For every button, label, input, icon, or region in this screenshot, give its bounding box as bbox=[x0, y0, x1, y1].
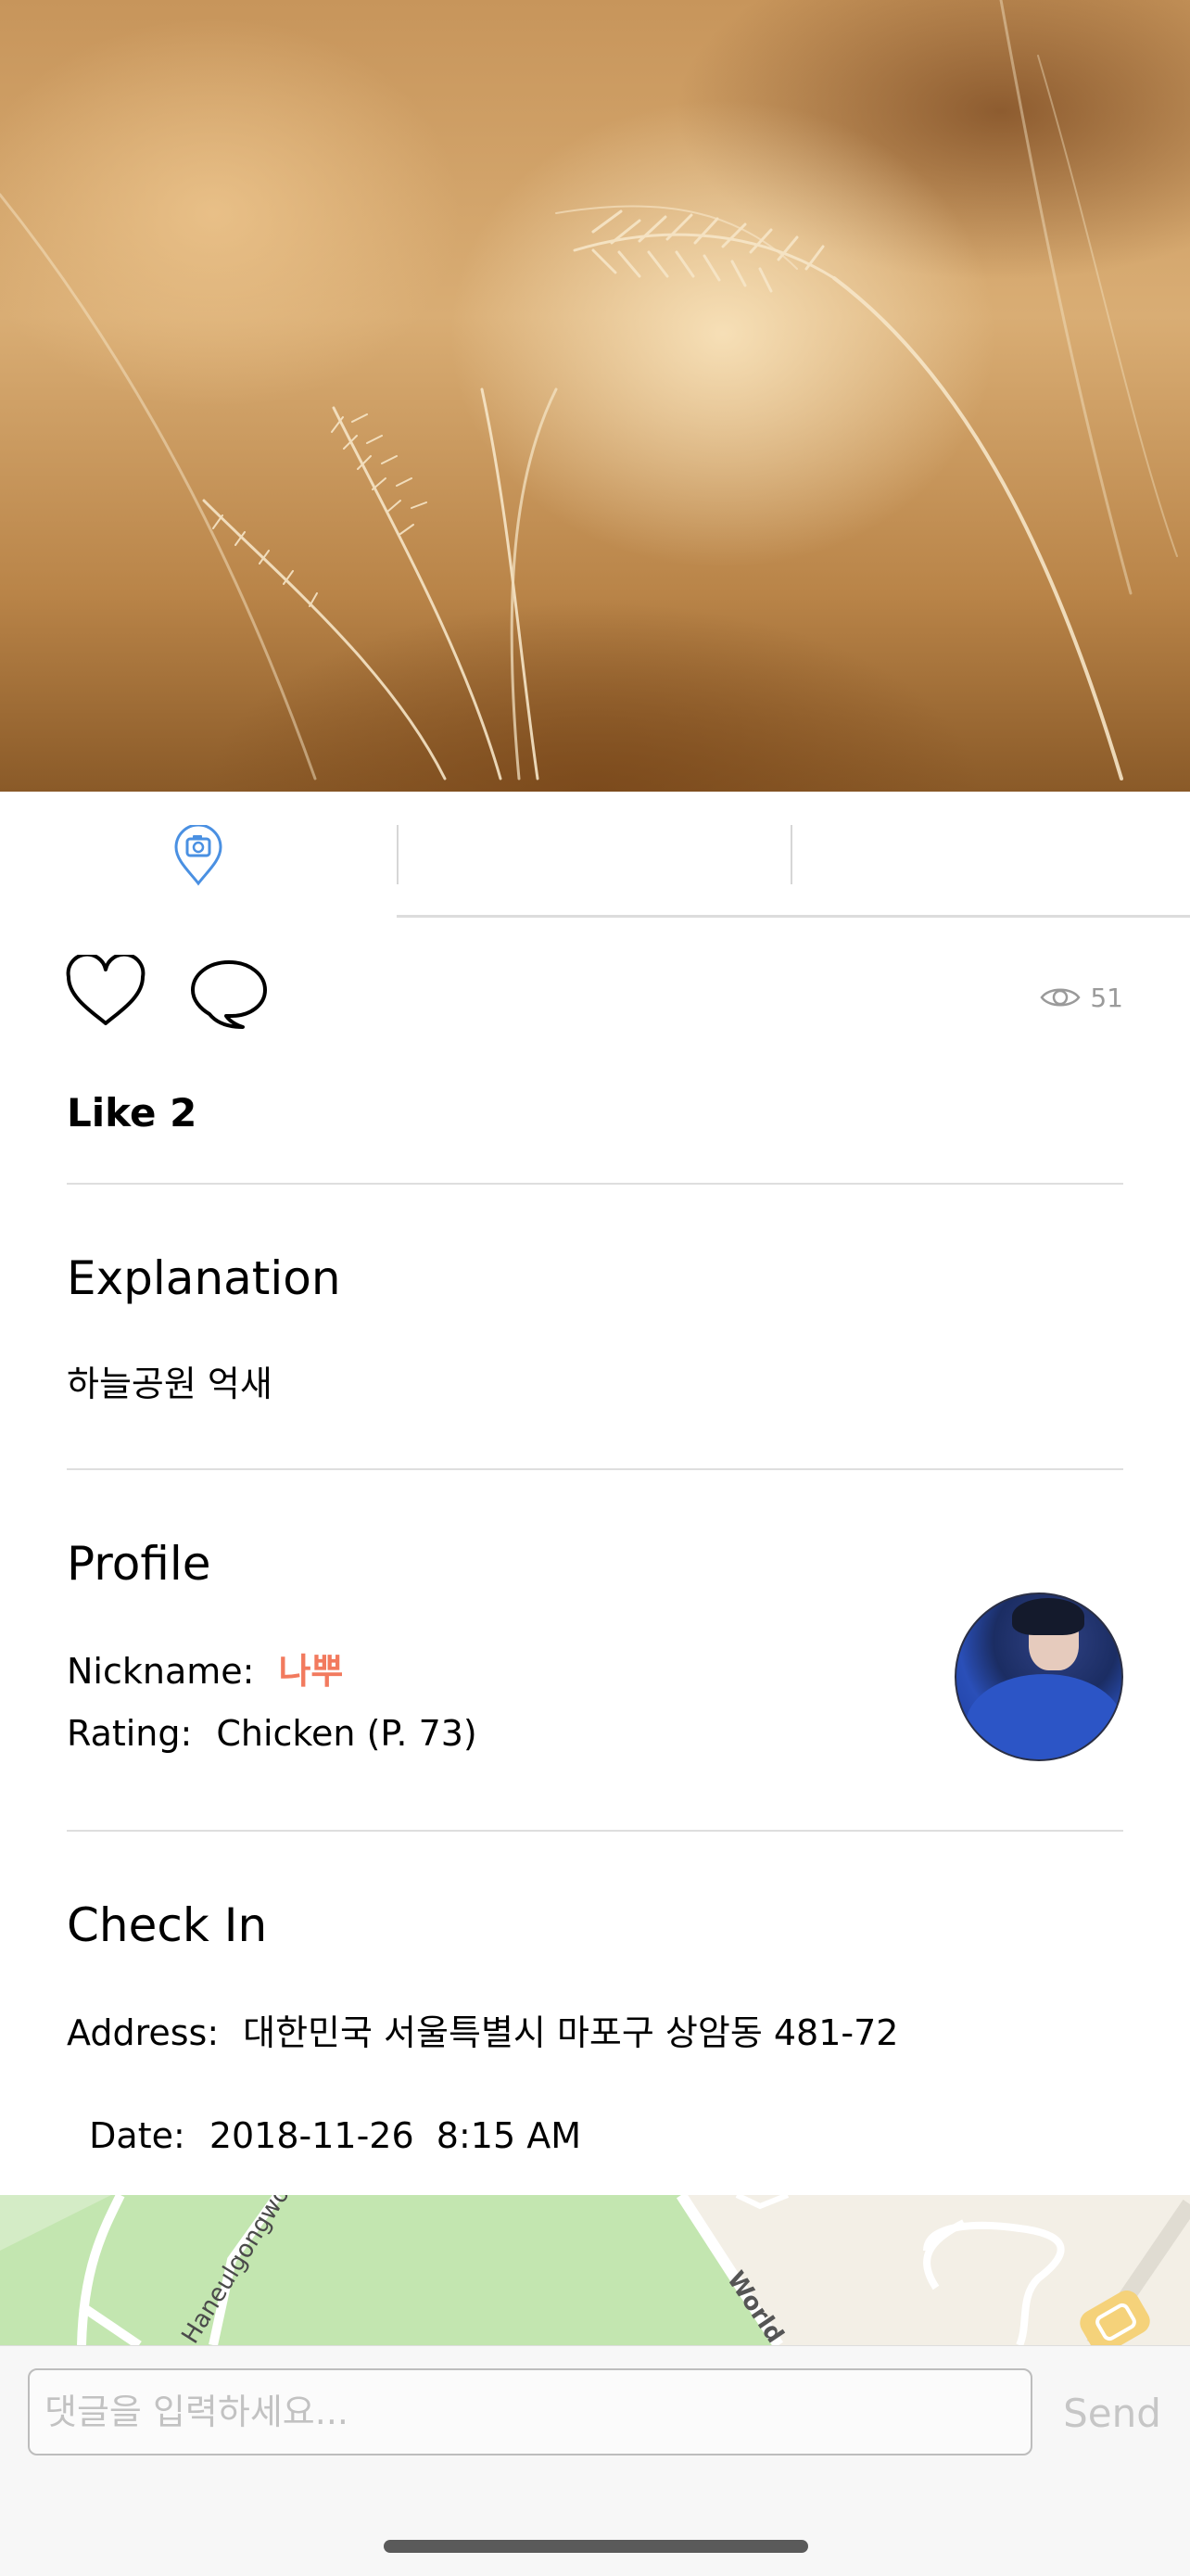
address-label: Address: bbox=[67, 2012, 220, 2053]
profile-title: Profile bbox=[67, 1537, 211, 1591]
tab-3[interactable] bbox=[791, 792, 1190, 916]
avatar-hair bbox=[1012, 1598, 1084, 1635]
tab-location-photo[interactable] bbox=[0, 792, 397, 916]
address-row: Address: 대한민국 서울특별시 마포구 상암동 481-72 bbox=[67, 2004, 898, 2055]
divider bbox=[67, 1183, 1123, 1185]
home-indicator[interactable] bbox=[384, 2540, 808, 2553]
explanation-title: Explanation bbox=[67, 1251, 341, 1305]
explanation-text: 하늘공원 억새 bbox=[67, 1364, 272, 1404]
like-count[interactable]: Like 2 bbox=[67, 1090, 196, 1136]
nickname-value[interactable]: 나뿌 bbox=[278, 1651, 343, 1692]
rating-label: Rating: bbox=[67, 1713, 193, 1754]
divider bbox=[67, 1830, 1123, 1832]
avatar-shirt bbox=[966, 1674, 1121, 1759]
tab-divider bbox=[791, 825, 792, 884]
map-tiles: Haneulgongwon-ro World bbox=[0, 2195, 1190, 2345]
pampas-grass-illustration bbox=[0, 0, 1178, 780]
tab-2[interactable] bbox=[397, 792, 791, 916]
tab-divider bbox=[397, 825, 399, 884]
checkin-map[interactable]: Haneulgongwon-ro World bbox=[0, 2195, 1190, 2345]
date-row: Date: 2018-11-26 8:15 AM bbox=[67, 2075, 581, 2156]
view-count: 51 bbox=[1040, 979, 1123, 1016]
map-pin-camera-icon bbox=[174, 825, 222, 886]
post-actions: 51 bbox=[0, 955, 1190, 1038]
avatar[interactable] bbox=[955, 1593, 1123, 1761]
post-photo bbox=[0, 0, 1190, 792]
tab-underline bbox=[397, 915, 1190, 918]
address-value: 대한민국 서울특별시 마포구 상암동 481-72 bbox=[243, 2012, 899, 2053]
date-label: Date: bbox=[89, 2115, 185, 2156]
rating-value: Chicken (P. 73) bbox=[216, 1713, 477, 1754]
send-button[interactable]: Send bbox=[1057, 2376, 1168, 2450]
nickname-row: Nickname: 나뿌 bbox=[67, 1643, 343, 1694]
date-value: 2018-11-26 8:15 AM bbox=[209, 2115, 582, 2156]
checkin-title: Check In bbox=[67, 1898, 268, 1952]
view-count-value: 51 bbox=[1090, 982, 1123, 1013]
nickname-label: Nickname: bbox=[67, 1651, 255, 1692]
heart-icon[interactable] bbox=[65, 955, 146, 1029]
speech-bubble-icon[interactable] bbox=[189, 957, 269, 1031]
rating-row: Rating: Chicken (P. 73) bbox=[67, 1713, 477, 1754]
eye-icon bbox=[1040, 988, 1081, 1007]
comment-input[interactable] bbox=[28, 2368, 1032, 2455]
divider bbox=[67, 1468, 1123, 1470]
media-tab-bar bbox=[0, 792, 1190, 918]
